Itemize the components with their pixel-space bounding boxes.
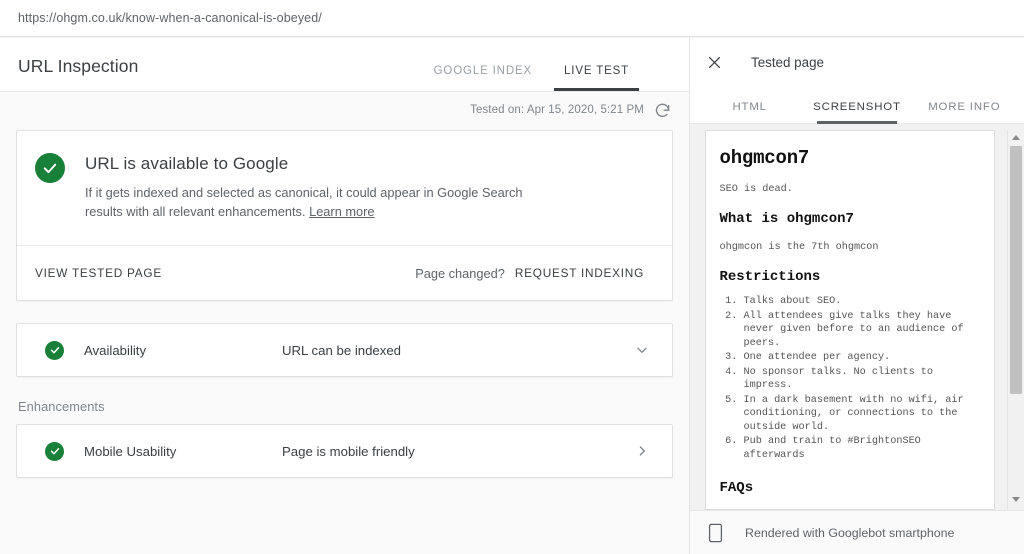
scrollbar-up-arrow[interactable] [1008,130,1024,144]
chevron-right-icon[interactable] [634,443,650,459]
status-card-body: URL is available to Google If it gets in… [17,131,672,245]
status-texts: URL is available to Google If it gets in… [85,153,555,221]
main-tabs: GOOGLE INDEX LIVE TEST [418,38,689,91]
check-circle-icon [45,340,64,360]
screenshot-scrollbar[interactable] [1007,130,1024,510]
check-circle-icon [35,153,65,183]
list-item: All attendees give talks they have never… [744,310,980,351]
details-title: Tested page [751,54,824,70]
result-label: Mobile Usability [84,443,177,459]
screenshot-section3-heading: FAQs [719,480,754,496]
url-inspection-panel: URL Inspection GOOGLE INDEX LIVE TEST Te… [0,38,690,554]
request-indexing-button[interactable]: REQUEST INDEXING [507,260,652,286]
status-actions-right: Page changed? REQUEST INDEXING [415,260,652,286]
details-footer-text: Rendered with Googlebot smartphone [745,525,955,540]
close-icon[interactable] [706,54,723,71]
screenshot-restrictions-list: Talks about SEO. All attendees give talk… [720,295,980,462]
learn-more-link[interactable]: Learn more [309,204,374,219]
screenshot-heading: ohgmcon7 [719,147,810,169]
status-description-text: If it gets indexed and selected as canon… [85,185,523,219]
status-title: URL is available to Google [85,154,289,173]
rendered-page-screenshot: ohgmcon7 SEO is dead. What is ohgmcon7 o… [704,130,995,510]
screenshot-section1-text: ohgmcon is the 7th ohgmcon [719,242,879,253]
page-title: URL Inspection [18,56,139,76]
scrollbar-thumb[interactable] [1010,146,1022,394]
status-card-actions: VIEW TESTED PAGE Page changed? REQUEST I… [17,245,672,300]
result-label: Availability [84,342,147,358]
refresh-icon[interactable] [654,102,671,119]
result-value: Page is mobile friendly [282,443,415,459]
tab-live-test[interactable]: LIVE TEST [548,65,645,91]
status-description: If it gets indexed and selected as canon… [85,183,555,221]
screenshot-tagline: SEO is dead. [719,184,793,195]
tab-screenshot[interactable]: SCREENSHOT [803,101,910,124]
tested-on-text: Tested on: Apr 15, 2020, 5:21 PM [470,104,644,116]
details-header: Tested page [690,38,1024,86]
list-item: One attendee per agency. [744,351,980,365]
enhancements-section-label: Enhancements [18,399,105,414]
list-item: Pub and train to #BrightonSEO afterwards [744,435,980,462]
list-item: In a dark basement with no wifi, air con… [744,394,980,435]
main-body: Tested on: Apr 15, 2020, 5:21 PM URL is … [0,92,689,554]
chevron-down-icon[interactable] [634,342,650,358]
view-tested-page-button[interactable]: VIEW TESTED PAGE [27,260,170,286]
status-card: URL is available to Google If it gets in… [16,130,673,301]
result-row-availability[interactable]: Availability URL can be indexed [16,323,673,377]
check-circle-icon [45,441,64,461]
screenshot-section1-heading: What is ohgmcon7 [719,211,854,227]
result-row-mobile-usability[interactable]: Mobile Usability Page is mobile friendly [16,424,673,478]
page-changed-label: Page changed? [415,265,505,281]
list-item: No sponsor talks. No clients to impress. [744,366,980,393]
screenshot-viewport: ohgmcon7 SEO is dead. What is ohgmcon7 o… [690,130,1001,510]
scrollbar-down-arrow[interactable] [1008,492,1024,506]
tab-more-info[interactable]: MORE INFO [911,101,1018,123]
tested-page-panel: Tested page HTML SCREENSHOT MORE INFO oh… [690,38,1024,554]
tested-on-row: Tested on: Apr 15, 2020, 5:21 PM [16,92,673,128]
tab-google-index[interactable]: GOOGLE INDEX [418,65,548,91]
details-body: ohgmcon7 SEO is dead. What is ohgmcon7 o… [690,124,1024,510]
app-container: URL Inspection GOOGLE INDEX LIVE TEST Te… [0,38,1024,554]
url-text: https://ohgm.co.uk/know-when-a-canonical… [18,11,322,25]
tab-html[interactable]: HTML [696,101,803,123]
screenshot-section2-heading: Restrictions [719,269,821,285]
details-tabs: HTML SCREENSHOT MORE INFO [690,86,1024,124]
main-header: URL Inspection GOOGLE INDEX LIVE TEST [0,38,689,92]
result-value: URL can be indexed [282,342,402,358]
details-footer: Rendered with Googlebot smartphone [690,510,1024,554]
smartphone-icon [708,523,723,543]
browser-url-bar[interactable]: https://ohgm.co.uk/know-when-a-canonical… [0,0,1024,36]
list-item: Talks about SEO. [744,295,980,309]
